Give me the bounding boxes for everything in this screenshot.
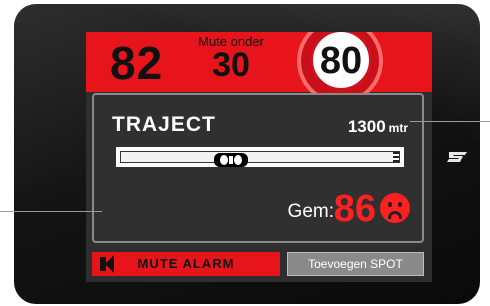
section-label: TRAJECT <box>112 113 216 136</box>
section-control-panel: TRAJECT 1300 mtr Gem: 86 <box>92 93 424 243</box>
add-spot-button[interactable]: Toevoegen SPOT <box>287 252 424 276</box>
current-speed: 82 <box>110 37 164 89</box>
car-position-icon <box>214 153 248 167</box>
section-progress-bar <box>116 147 404 167</box>
average-speed-label: Gem: <box>287 201 334 222</box>
distance-unit: mtr <box>388 121 408 135</box>
section-distance: 1300 mtr <box>348 117 408 137</box>
speed-topbar: 82 Mute onder 30 80 <box>86 32 432 104</box>
distance-value: 1300 <box>347 117 386 136</box>
mute-alarm-button[interactable]: MUTE ALARM <box>92 252 280 276</box>
device-screen: 82 Mute onder 30 80 TRAJECT 1300 mtr Gem… <box>86 32 432 282</box>
progress-track <box>120 151 400 167</box>
average-speed-value: 86 <box>333 188 376 230</box>
finish-marker <box>393 152 399 162</box>
add-spot-label: Toevoegen SPOT <box>308 257 403 271</box>
brand-logo-icon <box>447 152 467 162</box>
mute-threshold: Mute onder 30 <box>196 35 266 84</box>
mute-threshold-value: 30 <box>212 46 250 84</box>
callout-line-right <box>410 121 490 122</box>
sad-face-icon <box>380 193 410 223</box>
speed-camera-device: 82 Mute onder 30 80 TRAJECT 1300 mtr Gem… <box>14 4 480 304</box>
speed-limit-sign: 80 <box>310 32 372 91</box>
callout-line-left <box>0 211 102 212</box>
speed-limit-value: 80 <box>319 40 363 82</box>
mute-alarm-label: MUTE ALARM <box>137 256 235 271</box>
